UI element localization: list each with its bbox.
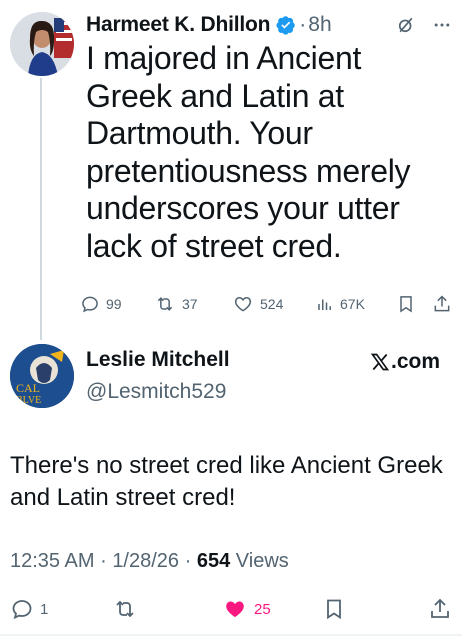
share-icon <box>431 598 449 618</box>
separator-dot: · <box>100 550 107 572</box>
like-filled-icon <box>226 601 244 617</box>
x-com-watermark: .com <box>370 350 440 374</box>
like-button[interactable]: 25 <box>222 597 322 621</box>
reply-button[interactable]: 1 <box>10 597 112 621</box>
thread-connector-line <box>40 78 42 340</box>
bookmark-button[interactable] <box>322 597 362 621</box>
tweet-date[interactable]: 1/28/26 <box>112 550 179 572</box>
like-count: 25 <box>254 600 271 618</box>
reply-tweet-actions: 99 37 524 67K <box>80 290 452 318</box>
verified-badge-icon <box>276 16 296 35</box>
like-count: 524 <box>260 296 284 312</box>
author-name[interactable]: Harmeet K. Dhillon <box>86 13 270 37</box>
more-icon[interactable] <box>432 15 452 35</box>
retweet-count: 37 <box>182 296 198 312</box>
tweet-time[interactable]: 12:35 AM <box>10 550 95 572</box>
svg-text:CAL: CAL <box>16 381 40 395</box>
svg-text:BLVE: BLVE <box>16 395 41 406</box>
views-count: 654 <box>196 550 231 572</box>
retweet-icon <box>116 600 134 618</box>
divider <box>0 634 462 636</box>
reply-count: 99 <box>106 296 122 312</box>
reply-count: 1 <box>40 600 49 618</box>
like-button[interactable]: 524 <box>232 294 316 314</box>
reply-button[interactable]: 99 <box>80 294 154 314</box>
tweet-meta: 12:35 AM · 1/28/26 · 654 Views <box>10 550 289 573</box>
views-count: 67K <box>340 296 365 312</box>
avatar-harmeet[interactable] <box>10 12 74 76</box>
share-button[interactable] <box>428 597 452 621</box>
separator-dot: · <box>184 550 192 572</box>
views-icon <box>318 299 331 310</box>
retweet-button[interactable] <box>112 597 222 621</box>
main-author-handle[interactable]: @Lesmitch529 <box>86 380 226 404</box>
share-button[interactable] <box>432 294 452 314</box>
share-icon <box>434 295 450 312</box>
views-label: Views <box>235 550 289 572</box>
reply-icon <box>82 296 98 313</box>
bookmark-icon <box>400 296 412 313</box>
retweet-button[interactable]: 37 <box>154 294 232 314</box>
bookmark-button[interactable] <box>396 294 426 314</box>
grok-icon[interactable] <box>396 15 416 35</box>
reply-icon <box>12 600 32 620</box>
avatar-leslie[interactable]: CAL BLVE <box>10 344 74 408</box>
x-logo-icon <box>370 353 390 371</box>
reply-tweet-text: I majored in Ancient Greek and Latin at … <box>86 40 411 264</box>
main-author-name[interactable]: Leslie Mitchell <box>86 348 230 372</box>
like-icon <box>234 296 252 312</box>
reply-tweet-header: Harmeet K. Dhillon · 8h <box>86 10 452 40</box>
main-tweet-text: There's no street cred like Ancient Gree… <box>10 452 443 511</box>
watermark-text: .com <box>390 350 440 373</box>
tweet-time[interactable]: 8h <box>308 13 331 37</box>
views-button[interactable]: 67K <box>316 294 396 314</box>
bookmark-icon <box>327 599 341 620</box>
retweet-icon <box>157 297 173 311</box>
main-tweet-actions: 1 25 <box>10 594 452 624</box>
separator-dot: · <box>299 13 307 36</box>
